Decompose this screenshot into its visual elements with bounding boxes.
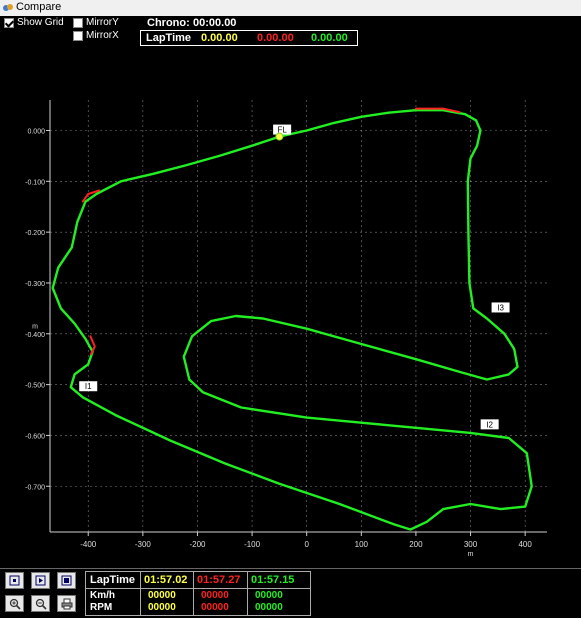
laptime-header-lap3: 0.00.00 xyxy=(311,32,348,44)
mirror-y-label: MirrorY xyxy=(86,17,119,28)
zoom-extents-button[interactable] xyxy=(5,572,24,589)
options-bar: Show Grid MirrorY MirrorX Chrono: 00:00.… xyxy=(0,16,581,48)
current-position-dot xyxy=(275,132,284,141)
y-axis-label: m xyxy=(32,324,38,331)
checkbox-icon[interactable] xyxy=(4,17,14,28)
zoom-extents-icon xyxy=(9,575,20,586)
show-grid-label: Show Grid xyxy=(17,17,64,28)
fit-icon xyxy=(61,575,72,586)
x-tick-label: -200 xyxy=(189,540,206,549)
lap3-kmh: 00000 xyxy=(255,590,283,601)
row-label-kmh: Km/h xyxy=(90,590,115,601)
lap1-laptime: 01:57.02 xyxy=(144,574,188,586)
lap2-laptime: 01:57.27 xyxy=(197,574,241,586)
laptime-header-lap1: 0.00.00 xyxy=(201,32,238,44)
x-axis-label: m xyxy=(468,551,474,558)
checkbox-icon[interactable] xyxy=(73,30,83,41)
x-tick-label: 100 xyxy=(355,540,369,549)
chrono-label: Chrono: xyxy=(147,17,190,29)
row-label-laptime: LapTime xyxy=(90,574,136,586)
lap1-kmh: 00000 xyxy=(148,590,176,601)
play-icon xyxy=(35,575,46,586)
mirror-x-checkbox[interactable]: MirrorX xyxy=(73,30,119,41)
lap3-laptime: 01:57.15 xyxy=(251,574,295,586)
x-tick-label: 300 xyxy=(464,540,478,549)
zoom-out-icon xyxy=(35,598,47,610)
window-title: Compare xyxy=(16,1,62,13)
mirror-x-label: MirrorX xyxy=(86,30,119,41)
title-bar: Compare xyxy=(0,0,581,17)
lap2-rpm: 00000 xyxy=(201,602,229,613)
bottom-panel: LapTime Km/h RPM 01:57.02 00000 00000 01… xyxy=(0,568,581,618)
lap2-kmh: 00000 xyxy=(201,590,229,601)
play-button[interactable] xyxy=(31,572,50,589)
x-tick-label: -100 xyxy=(244,540,261,549)
y-tick-label: -0.400 xyxy=(25,332,45,339)
laptime-header-box: LapTime 0.00.00 0.00.00 0.00.00 xyxy=(140,30,358,46)
mirror-y-checkbox[interactable]: MirrorY xyxy=(73,17,119,28)
x-tick-label: 400 xyxy=(518,540,532,549)
x-tick-label: -400 xyxy=(80,540,97,549)
marker-label: I1 xyxy=(85,382,92,391)
marker-label: I2 xyxy=(486,420,493,429)
marker-label: I3 xyxy=(497,303,504,312)
print-icon xyxy=(61,598,72,609)
row-label-rpm: RPM xyxy=(90,602,113,613)
x-tick-label: -300 xyxy=(135,540,152,549)
x-tick-label: 0 xyxy=(304,540,309,549)
app-icon xyxy=(3,4,13,11)
print-button[interactable] xyxy=(57,595,76,612)
laptime-header-lap2: 0.00.00 xyxy=(257,32,294,44)
show-grid-checkbox[interactable]: Show Grid xyxy=(4,17,64,28)
lap3-rpm: 00000 xyxy=(255,602,283,613)
zoom-out-button[interactable] xyxy=(31,595,50,612)
y-tick-label: -0.700 xyxy=(25,484,45,491)
y-tick-label: 0.000 xyxy=(27,128,45,135)
y-tick-label: -0.200 xyxy=(25,230,45,237)
track-series-line xyxy=(89,335,96,356)
laptime-header-label: LapTime xyxy=(146,32,192,44)
track-map-chart[interactable]: -400 -300 -200 -100 0 100 200 300 400 0.000 -0.100… xyxy=(0,48,581,568)
zoom-in-button[interactable] xyxy=(5,595,24,612)
zoom-in-icon xyxy=(9,598,21,610)
y-tick-label: -0.100 xyxy=(25,179,45,186)
fit-button[interactable] xyxy=(57,572,76,589)
x-tick-label: 200 xyxy=(409,540,423,549)
y-tick-label: -0.600 xyxy=(25,433,45,440)
y-tick-label: -0.300 xyxy=(25,281,45,288)
track-series-line xyxy=(81,189,101,203)
checkbox-icon[interactable] xyxy=(73,17,83,28)
lap1-rpm: 00000 xyxy=(148,602,176,613)
y-tick-label: -0.500 xyxy=(25,383,45,390)
chrono-value: 00:00.00 xyxy=(193,17,237,29)
track-series-line xyxy=(51,109,533,531)
lap-stats-table: LapTime Km/h RPM 01:57.02 00000 00000 01… xyxy=(85,571,311,616)
